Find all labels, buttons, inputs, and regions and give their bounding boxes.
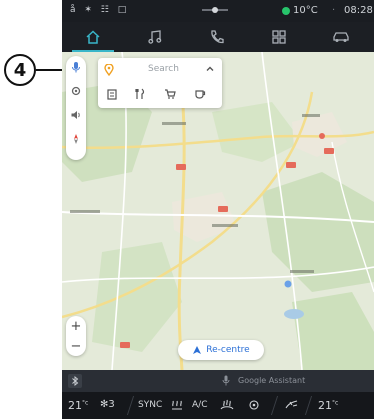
phone-icon bbox=[211, 30, 224, 44]
shopping-icon[interactable] bbox=[164, 88, 176, 100]
chevron-up-icon[interactable] bbox=[204, 63, 216, 75]
rear-defrost-icon bbox=[172, 400, 182, 410]
right-temperature-value: 21 bbox=[318, 399, 332, 412]
right-temperature-unit: °c bbox=[332, 399, 339, 407]
divider bbox=[304, 396, 313, 415]
search-input[interactable]: Search bbox=[148, 64, 179, 74]
apps-icon bbox=[272, 30, 286, 44]
divider bbox=[270, 396, 279, 415]
map-view[interactable]: Search + − Re-centre bbox=[62, 52, 374, 370]
status-icons: å ✶ ☷ □ bbox=[70, 5, 130, 15]
outside-temperature: 10°C bbox=[293, 5, 318, 16]
map-side-controls bbox=[66, 56, 86, 160]
settings-button[interactable] bbox=[69, 84, 83, 98]
right-temperature[interactable]: 21°c bbox=[318, 399, 338, 412]
recentre-label: Re-centre bbox=[206, 345, 250, 355]
assistant-mic-icon[interactable] bbox=[222, 375, 230, 386]
nav-apps[interactable] bbox=[248, 22, 310, 52]
microphone-icon bbox=[72, 62, 80, 73]
zoom-in-button[interactable]: + bbox=[66, 316, 86, 336]
callout-number: 4 bbox=[4, 54, 36, 86]
status-bar: å ✶ ☷ □ 10°C · 08:28 bbox=[62, 0, 374, 22]
front-defrost-icon bbox=[220, 399, 234, 410]
music-icon bbox=[148, 30, 162, 44]
nav-music[interactable] bbox=[124, 22, 186, 52]
left-temperature-unit: °c bbox=[82, 399, 89, 407]
airflow-icon bbox=[285, 400, 298, 409]
left-temperature-value: 21 bbox=[68, 399, 82, 412]
microphone-button[interactable] bbox=[69, 60, 83, 74]
bluetooth-icon[interactable] bbox=[68, 374, 82, 388]
volume-button[interactable] bbox=[69, 108, 83, 122]
nav-phone[interactable] bbox=[186, 22, 248, 52]
assistant-bar: Google Assistant bbox=[62, 370, 374, 392]
nav-home[interactable] bbox=[62, 22, 124, 52]
fan-speed-value: 3 bbox=[108, 399, 115, 410]
search-card: Search bbox=[98, 58, 222, 108]
gear-icon bbox=[71, 86, 81, 96]
zoom-controls: + − bbox=[66, 316, 86, 356]
google-assistant-label[interactable]: Google Assistant bbox=[238, 376, 305, 385]
rear-defrost-button[interactable] bbox=[170, 399, 184, 414]
left-temperature[interactable]: 21°c bbox=[68, 399, 88, 412]
infotainment-screen: å ✶ ☷ □ 10°C · 08:28 Search + − Re-centr… bbox=[62, 0, 374, 419]
car-icon bbox=[333, 32, 349, 42]
sync-button[interactable]: SYNC bbox=[138, 400, 162, 410]
page-indicator bbox=[202, 7, 228, 13]
seat-heating-button[interactable] bbox=[248, 399, 260, 414]
ac-button[interactable]: A/C bbox=[192, 400, 207, 410]
restaurant-icon[interactable] bbox=[134, 88, 146, 100]
seat-heat-icon bbox=[249, 400, 259, 410]
home-icon bbox=[86, 30, 100, 44]
nav-car[interactable] bbox=[310, 22, 372, 52]
airflow-button[interactable] bbox=[284, 399, 300, 414]
connection-status-dot bbox=[282, 7, 290, 15]
hotel-icon[interactable] bbox=[106, 88, 118, 100]
cafe-icon[interactable] bbox=[194, 88, 206, 100]
status-separator: · bbox=[332, 5, 336, 16]
top-navigation bbox=[62, 22, 374, 52]
clock: 08:28 bbox=[344, 5, 373, 16]
zoom-out-button[interactable]: − bbox=[66, 336, 86, 356]
fan-speed[interactable]: ✻3 bbox=[100, 399, 115, 410]
volume-icon bbox=[71, 111, 80, 119]
front-defrost-button[interactable] bbox=[220, 399, 234, 414]
climate-bar: 21°c ✻3 SYNC A/C 21°c bbox=[62, 392, 374, 419]
compass-button[interactable] bbox=[69, 132, 83, 146]
divider bbox=[126, 396, 135, 415]
location-pin-icon bbox=[104, 64, 114, 76]
navigation-arrow-icon bbox=[193, 346, 202, 354]
recentre-button[interactable]: Re-centre bbox=[178, 340, 264, 360]
compass-icon bbox=[74, 134, 78, 144]
